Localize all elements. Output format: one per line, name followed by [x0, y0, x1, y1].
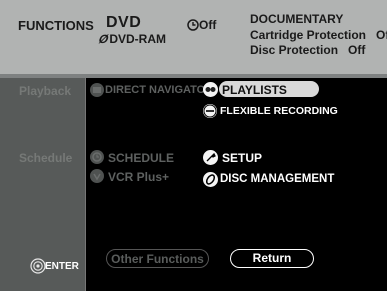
other-functions-button[interactable]: Other Functions: [106, 249, 209, 268]
timer-value: Off: [199, 18, 217, 32]
disc-title: DOCUMENTARY: [250, 12, 344, 26]
category-schedule: Schedule: [19, 151, 73, 165]
header-panel: FUNCTIONS DVD ØDVD-RAM Off DOCUMENTARY C…: [0, 0, 387, 74]
enter-dial-icon: [30, 258, 46, 279]
disc-protection-value: Off: [348, 43, 366, 57]
cartridge-protection: Cartridge Protection Off: [250, 28, 387, 42]
menu-setup[interactable]: SETUP: [222, 151, 262, 165]
disc-type: DVD: [106, 14, 142, 31]
setup-icon: [203, 150, 218, 165]
disc-protection: Disc Protection Off: [250, 43, 365, 57]
cartridge-protection-label: Cartridge Protection: [250, 28, 367, 42]
enter-label: ENTER: [45, 261, 79, 272]
cartridge-protection-value: Off: [376, 28, 387, 42]
disc-subtype: ØDVD-RAM: [97, 32, 167, 46]
playlists-icon: [203, 82, 218, 97]
menu-flexible-recording[interactable]: FLEXIBLE RECORDING: [220, 105, 338, 117]
menu-playlists[interactable]: PLAYLISTS: [222, 83, 287, 97]
vcr-plus-icon: [90, 169, 104, 183]
disc-subtype-label: DVD-RAM: [109, 32, 167, 46]
return-button[interactable]: Return: [230, 249, 314, 268]
disc-management-icon: [203, 172, 218, 187]
functions-title: FUNCTIONS: [18, 18, 94, 33]
flexible-recording-icon: [203, 104, 217, 118]
disc-protection-label: Disc Protection: [250, 43, 339, 57]
menu-schedule[interactable]: SCHEDULE: [108, 151, 174, 165]
menu-direct-navigator[interactable]: DIRECT NAVIGATOR: [105, 84, 213, 96]
direct-navigator-icon: [90, 83, 104, 97]
clock-icon: [187, 19, 199, 34]
menu-disc-management[interactable]: DISC MANAGEMENT: [220, 173, 334, 185]
menu-vcr-plus[interactable]: VCR Plus+: [108, 170, 169, 184]
timer-status: Off: [187, 18, 216, 34]
category-playback: Playback: [19, 84, 72, 98]
schedule-icon: [90, 150, 104, 164]
dvd-functions-screen: FUNCTIONS DVD ØDVD-RAM Off DOCUMENTARY C…: [0, 0, 387, 291]
